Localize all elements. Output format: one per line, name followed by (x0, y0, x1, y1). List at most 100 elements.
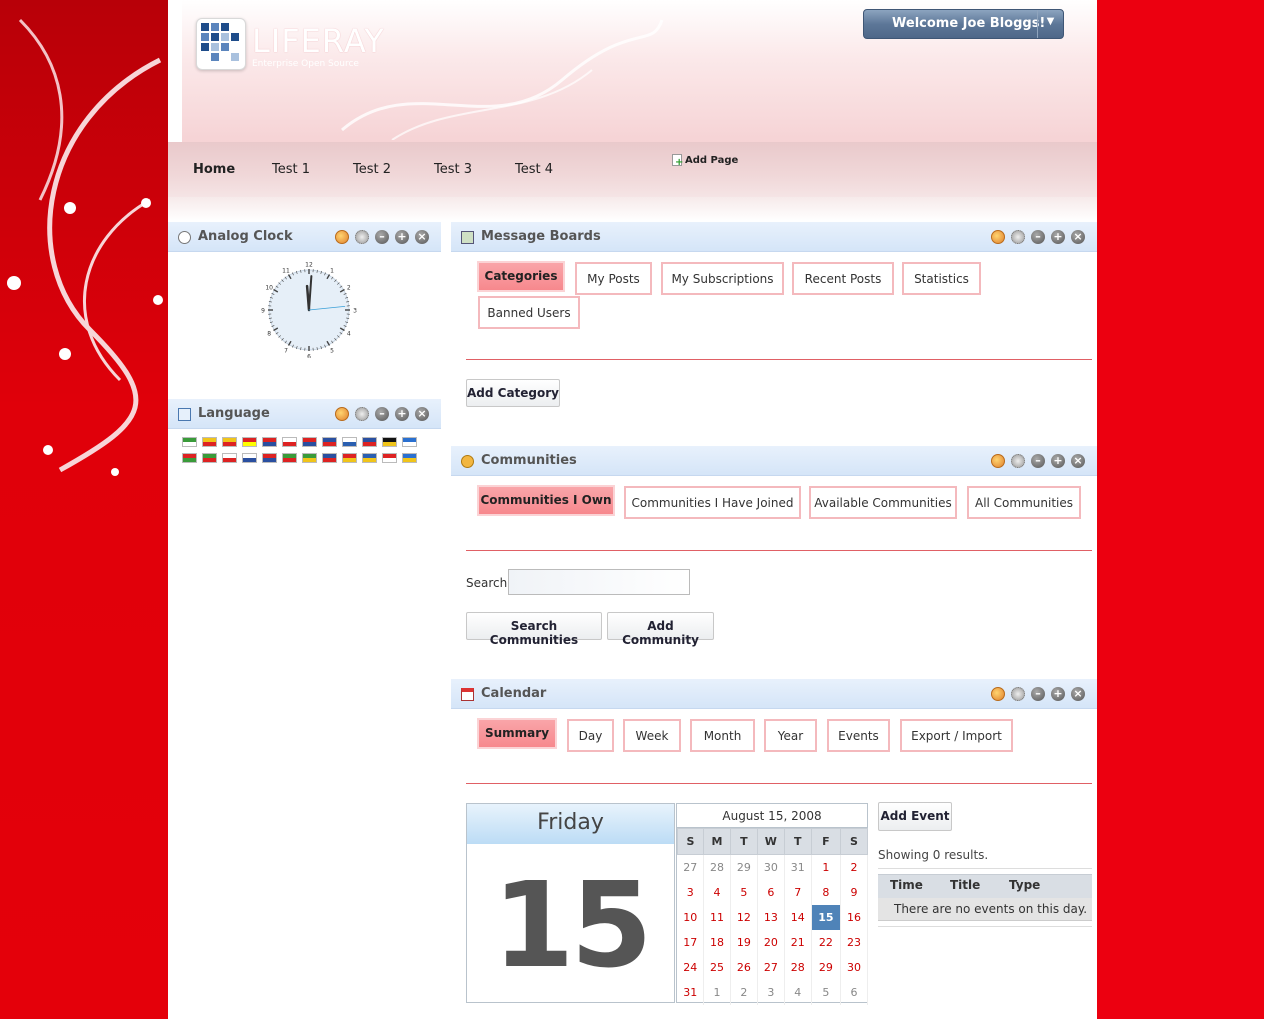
gear-icon[interactable] (1011, 687, 1025, 701)
search-communities-button[interactable]: Search Communities (466, 612, 602, 647)
look-and-feel-icon[interactable] (991, 687, 1005, 701)
language-flag-icon[interactable] (262, 437, 277, 447)
calendar-day[interactable]: 22 (811, 929, 842, 955)
nav-item-test-2[interactable]: Test 2 (353, 162, 391, 177)
calendar-day[interactable]: 17 (677, 929, 705, 955)
nav-item-test-4[interactable]: Test 4 (515, 162, 553, 177)
look-and-feel-icon[interactable] (991, 454, 1005, 468)
column-header-time[interactable]: Time (890, 878, 923, 892)
language-flag-icon[interactable] (382, 453, 397, 463)
tab-my-posts[interactable]: My Posts (575, 262, 652, 295)
welcome-user-menu[interactable]: Welcome Joe Bloggs! ▼ (863, 9, 1064, 39)
language-flag-icon[interactable] (382, 437, 397, 447)
language-flag-icon[interactable] (182, 453, 197, 463)
chevron-down-icon[interactable]: ▼ (1037, 10, 1063, 38)
calendar-day[interactable]: 13 (757, 904, 785, 930)
close-icon[interactable]: × (1071, 230, 1085, 244)
language-flag-icon[interactable] (242, 437, 257, 447)
tab-events[interactable]: Events (827, 719, 890, 752)
calendar-day[interactable]: 23 (840, 929, 868, 955)
calendar-day[interactable]: 30 (840, 954, 868, 980)
language-flag-icon[interactable] (402, 453, 417, 463)
add-page-button[interactable]: Add Page (672, 154, 738, 168)
calendar-day[interactable]: 14 (784, 904, 812, 930)
tab-communities-i-have-joined[interactable]: Communities I Have Joined (624, 486, 801, 519)
language-flag-icon[interactable] (222, 437, 237, 447)
nav-item-home[interactable]: Home (193, 162, 235, 177)
language-flag-icon[interactable] (342, 437, 357, 447)
maximize-icon[interactable]: + (1051, 687, 1065, 701)
calendar-day[interactable]: 1 (703, 979, 731, 1005)
calendar-day[interactable]: 26 (730, 954, 758, 980)
gear-icon[interactable] (1011, 230, 1025, 244)
nav-item-test-3[interactable]: Test 3 (434, 162, 472, 177)
calendar-day[interactable]: 11 (703, 904, 731, 930)
calendar-day[interactable]: 30 (757, 854, 785, 880)
gear-icon[interactable] (355, 407, 369, 421)
close-icon[interactable]: × (415, 407, 429, 421)
calendar-day[interactable]: 20 (757, 929, 785, 955)
calendar-day[interactable]: 25 (703, 954, 731, 980)
look-and-feel-icon[interactable] (335, 230, 349, 244)
calendar-day[interactable]: 21 (784, 929, 812, 955)
calendar-day[interactable]: 15 (811, 904, 842, 930)
calendar-day[interactable]: 31 (784, 854, 812, 880)
calendar-day[interactable]: 29 (811, 954, 842, 980)
language-flag-icon[interactable] (302, 437, 317, 447)
language-flag-icon[interactable] (282, 437, 297, 447)
calendar-day[interactable]: 31 (677, 979, 705, 1005)
tab-year[interactable]: Year (764, 719, 817, 752)
language-flag-icon[interactable] (202, 437, 217, 447)
close-icon[interactable]: × (1071, 454, 1085, 468)
close-icon[interactable]: × (1071, 687, 1085, 701)
calendar-day[interactable]: 18 (703, 929, 731, 955)
calendar-day[interactable]: 27 (677, 854, 705, 880)
language-flag-icon[interactable] (242, 453, 257, 463)
tab-recent-posts[interactable]: Recent Posts (792, 262, 894, 295)
column-header-type[interactable]: Type (1009, 878, 1040, 892)
tab-export-import[interactable]: Export / Import (900, 719, 1013, 752)
minimize-icon[interactable]: – (1031, 230, 1045, 244)
look-and-feel-icon[interactable] (335, 407, 349, 421)
calendar-day[interactable]: 7 (784, 879, 812, 905)
calendar-day[interactable]: 4 (784, 979, 812, 1005)
calendar-day[interactable]: 4 (703, 879, 731, 905)
tab-all-communities[interactable]: All Communities (967, 486, 1081, 519)
tab-my-subscriptions[interactable]: My Subscriptions (661, 262, 784, 295)
maximize-icon[interactable]: + (1051, 454, 1065, 468)
add-category-button[interactable]: Add Category (466, 379, 560, 407)
calendar-day[interactable]: 1 (811, 854, 842, 880)
calendar-day[interactable]: 2 (730, 979, 758, 1005)
language-flag-icon[interactable] (182, 437, 197, 447)
calendar-day[interactable]: 24 (677, 954, 705, 980)
tab-summary[interactable]: Summary (477, 718, 557, 749)
calendar-day[interactable]: 6 (757, 879, 785, 905)
close-icon[interactable]: × (415, 230, 429, 244)
minimize-icon[interactable]: – (375, 230, 389, 244)
maximize-icon[interactable]: + (1051, 230, 1065, 244)
language-flag-icon[interactable] (262, 453, 277, 463)
calendar-day[interactable]: 8 (811, 879, 842, 905)
maximize-icon[interactable]: + (395, 407, 409, 421)
tab-week[interactable]: Week (623, 719, 681, 752)
language-flag-icon[interactable] (282, 453, 297, 463)
tab-categories[interactable]: Categories (477, 261, 565, 292)
language-flag-icon[interactable] (362, 453, 377, 463)
language-flag-icon[interactable] (202, 453, 217, 463)
calendar-day[interactable]: 3 (757, 979, 785, 1005)
nav-item-test-1[interactable]: Test 1 (272, 162, 310, 177)
maximize-icon[interactable]: + (395, 230, 409, 244)
tab-available-communities[interactable]: Available Communities (809, 486, 957, 519)
language-flag-icon[interactable] (402, 437, 417, 447)
liferay-logo-icon[interactable] (196, 18, 246, 70)
calendar-day[interactable]: 28 (703, 854, 731, 880)
add-event-button[interactable]: Add Event (878, 802, 952, 831)
language-flag-icon[interactable] (362, 437, 377, 447)
calendar-day[interactable]: 9 (840, 879, 868, 905)
calendar-day[interactable]: 27 (757, 954, 785, 980)
tab-banned-users[interactable]: Banned Users (478, 296, 580, 329)
calendar-day[interactable]: 16 (840, 904, 868, 930)
calendar-day[interactable]: 29 (730, 854, 758, 880)
calendar-day[interactable]: 28 (784, 954, 812, 980)
calendar-day[interactable]: 5 (811, 979, 842, 1005)
